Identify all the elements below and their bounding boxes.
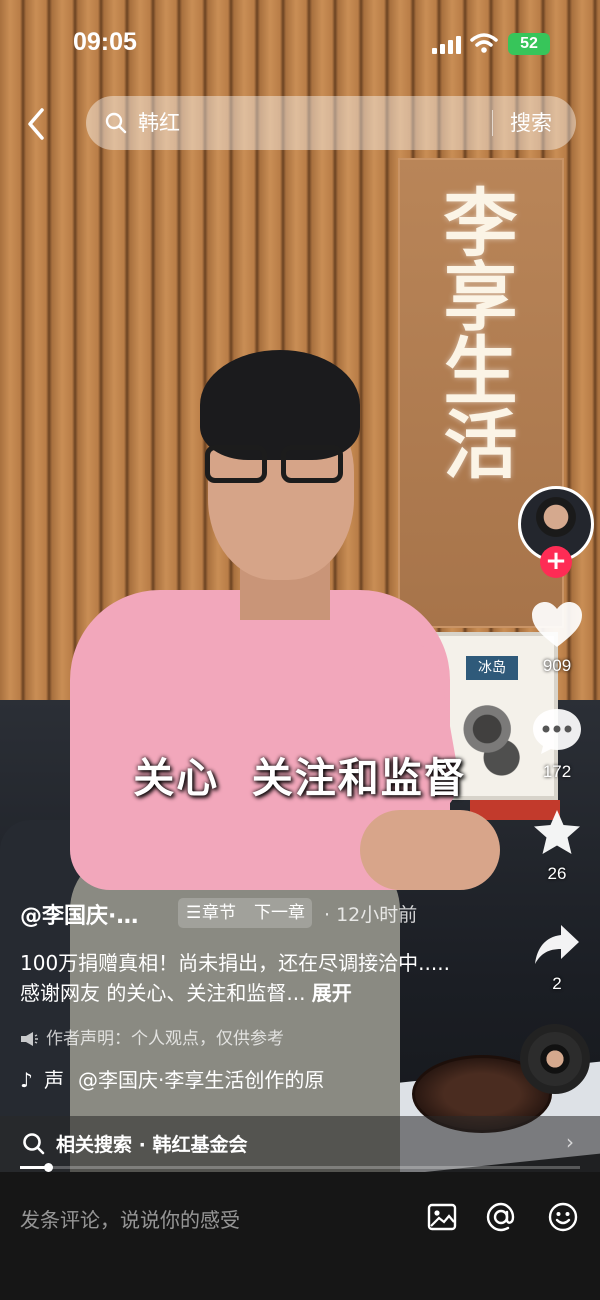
follow-button[interactable]: +: [540, 546, 572, 578]
comment-button[interactable]: 172: [514, 706, 600, 782]
chevron-right-icon: ›: [566, 1130, 574, 1154]
battery-indicator: 52: [508, 33, 550, 55]
favorite-button[interactable]: 26: [514, 808, 600, 884]
wifi-icon: [470, 33, 498, 53]
comment-input[interactable]: 发条评论，说说你的感受: [20, 1204, 240, 1233]
mention-icon[interactable]: [484, 1200, 518, 1234]
megaphone-icon: [21, 1032, 38, 1046]
sound-row[interactable]: ♪ 声 @李国庆·李享生活创作的原: [20, 1064, 324, 1093]
search-input[interactable]: 韩红: [138, 108, 180, 138]
video-caption: 关心 关注和监督: [133, 754, 467, 802]
music-note-icon: ♪: [20, 1068, 33, 1092]
disclaimer-text: 作者声明：个人观点，仅供参考: [46, 1029, 284, 1049]
home-indicator: [0, 1280, 600, 1300]
search-icon: [23, 1133, 45, 1155]
author-name[interactable]: @李国庆·…: [20, 898, 138, 930]
progress-knob[interactable]: [44, 1163, 53, 1172]
playback-progress[interactable]: [20, 1163, 580, 1172]
next-chapter-label[interactable]: 下一章: [254, 898, 305, 928]
search-icon: [105, 112, 127, 134]
sound-label: 声: [44, 1068, 64, 1092]
sound-credit[interactable]: @李国庆·李享生活创作的原: [78, 1068, 324, 1092]
comment-bubble-icon: [533, 709, 581, 754]
star-icon: [534, 810, 580, 854]
search-divider: [492, 110, 493, 136]
back-button[interactable]: [20, 104, 54, 144]
search-bar[interactable]: 韩红 搜索: [86, 96, 576, 150]
related-search-text[interactable]: 相关搜索 · 韩红基金会: [56, 1130, 247, 1157]
status-bar: 09:05 52: [0, 0, 600, 88]
favorite-count: 26: [547, 864, 567, 883]
search-button[interactable]: 搜索: [510, 108, 552, 138]
share-count: 2: [552, 974, 562, 993]
related-search-bar[interactable]: 相关搜索 · 韩红基金会 ›: [0, 1116, 600, 1172]
like-button[interactable]: 909: [514, 600, 600, 676]
chapter-pill[interactable]: ☰ 章节 下一章: [178, 898, 312, 928]
image-icon[interactable]: [425, 1200, 459, 1234]
speaker-glasses: [205, 445, 345, 485]
status-time: 09:05: [73, 28, 137, 56]
emoji-icon[interactable]: [546, 1200, 580, 1234]
description-text: 100万捐赠真相！尚未捐出，还在尽调接洽中.....感谢网友 的关心、关注和监督…: [20, 951, 450, 1005]
chapter-label[interactable]: 章节: [202, 898, 236, 928]
heart-icon: [532, 602, 582, 647]
share-arrow-icon: [535, 925, 579, 964]
cellular-signal-icon: [432, 36, 462, 54]
expand-button[interactable]: 展开: [312, 981, 352, 1005]
author-disclaimer: 作者声明：个人观点，仅供参考: [20, 1024, 284, 1049]
music-disc[interactable]: [520, 1024, 590, 1094]
share-button[interactable]: 2: [514, 922, 600, 994]
like-count: 909: [542, 656, 572, 675]
speaker-hands: [360, 810, 500, 890]
chevron-left-icon: [28, 108, 44, 140]
chapter-list-icon: ☰: [186, 903, 202, 923]
post-description[interactable]: 100万捐赠真相！尚未捐出，还在尽调接洽中.....感谢网友 的关心、关注和监督…: [20, 948, 460, 1008]
speaker-hair: [200, 350, 360, 460]
post-time: · 12小时前: [324, 904, 418, 926]
comment-count: 172: [542, 762, 572, 781]
